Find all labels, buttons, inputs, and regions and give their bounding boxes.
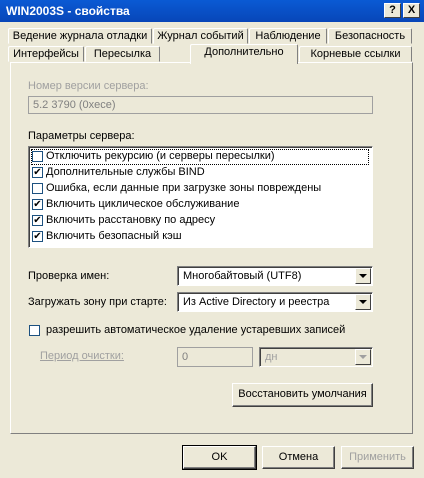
advanced-panel [10, 62, 413, 434]
tab-event-log[interactable]: Журнал событий [153, 28, 248, 44]
restore-defaults-button[interactable]: Восстановить умолчания [232, 383, 373, 407]
name-check-select[interactable]: Многобайтовый (UTF8) [177, 266, 373, 286]
name-check-label: Проверка имен: [28, 270, 110, 282]
checkbox[interactable] [32, 183, 43, 194]
option-fail-on-bad-zone[interactable]: Ошибка, если данные при загрузке зоны по… [31, 181, 369, 197]
option-secure-cache[interactable]: ✔ Включить безопасный кэш [31, 229, 369, 245]
tab-monitoring[interactable]: Наблюдение [249, 28, 327, 44]
cancel-button[interactable]: Отмена [262, 446, 335, 469]
tab-interfaces[interactable]: Интерфейсы [8, 46, 84, 62]
tab-row-1: Ведение журнала отладки Журнал событий Н… [0, 28, 424, 45]
server-version-label: Номер версии сервера: [28, 80, 149, 92]
load-zone-select[interactable]: Из Active Directory и реестра [177, 292, 373, 312]
option-label: Ошибка, если данные при загрузке зоны по… [46, 182, 322, 194]
cleanup-period-input[interactable]: 0 [177, 347, 253, 367]
option-label: Дополнительные службы BIND [46, 166, 205, 178]
load-zone-value: Из Active Directory и реестра [183, 296, 330, 308]
option-label: Включить безопасный кэш [46, 230, 182, 242]
apply-button[interactable]: Применить [341, 446, 414, 469]
checkbox[interactable]: ✔ [32, 231, 43, 242]
option-disable-recursion[interactable]: Отключить рекурсию (и серверы пересылки) [31, 149, 369, 165]
auto-cleanup-checkbox[interactable] [29, 325, 40, 336]
auto-cleanup-label: разрешить автоматическое удаление устаре… [46, 324, 346, 336]
server-options-list[interactable]: Отключить рекурсию (и серверы пересылки)… [28, 146, 373, 248]
tab-root-hints[interactable]: Корневые ссылки [299, 46, 412, 62]
dropdown-arrow-icon[interactable] [355, 294, 371, 310]
checkbox[interactable]: ✔ [32, 167, 43, 178]
option-round-robin[interactable]: ✔ Включить циклическое обслуживание [31, 197, 369, 213]
checkbox[interactable]: ✔ [32, 215, 43, 226]
tab-forwarders[interactable]: Пересылка [85, 46, 160, 62]
window-title: WIN2003S - свойства [6, 4, 130, 18]
tab-debug-logging[interactable]: Ведение журнала отладки [8, 28, 152, 44]
ok-button[interactable]: OK [182, 445, 257, 470]
option-label: Включить расстановку по адресу [46, 214, 216, 226]
title-bar[interactable]: WIN2003S - свойства ? X [0, 0, 424, 22]
option-bind-secondaries[interactable]: ✔ Дополнительные службы BIND [31, 165, 369, 181]
close-button[interactable]: X [403, 3, 420, 18]
tab-advanced[interactable]: Дополнительно [190, 44, 298, 64]
dropdown-arrow-icon[interactable] [355, 349, 371, 365]
load-zone-label: Загружать зону при старте: [28, 296, 167, 308]
cleanup-unit-value: дн [265, 351, 278, 363]
name-check-value: Многобайтовый (UTF8) [183, 270, 302, 282]
option-netmask-ordering[interactable]: ✔ Включить расстановку по адресу [31, 213, 369, 229]
cleanup-period-label: Период очистки: [40, 350, 124, 362]
option-label: Включить циклическое обслуживание [46, 198, 240, 210]
server-options-label: Параметры сервера: [28, 130, 135, 142]
server-version-field: 5.2 3790 (0xece) [28, 96, 373, 114]
checkbox[interactable]: ✔ [32, 199, 43, 210]
checkbox[interactable] [32, 151, 43, 162]
dropdown-arrow-icon[interactable] [355, 268, 371, 284]
tab-row-2: Интерфейсы Пересылка Дополнительно Корне… [0, 44, 424, 64]
help-button[interactable]: ? [384, 3, 401, 18]
option-label: Отключить рекурсию (и серверы пересылки) [46, 150, 275, 162]
cleanup-unit-select[interactable]: дн [259, 347, 373, 367]
tab-security[interactable]: Безопасность [328, 28, 412, 44]
